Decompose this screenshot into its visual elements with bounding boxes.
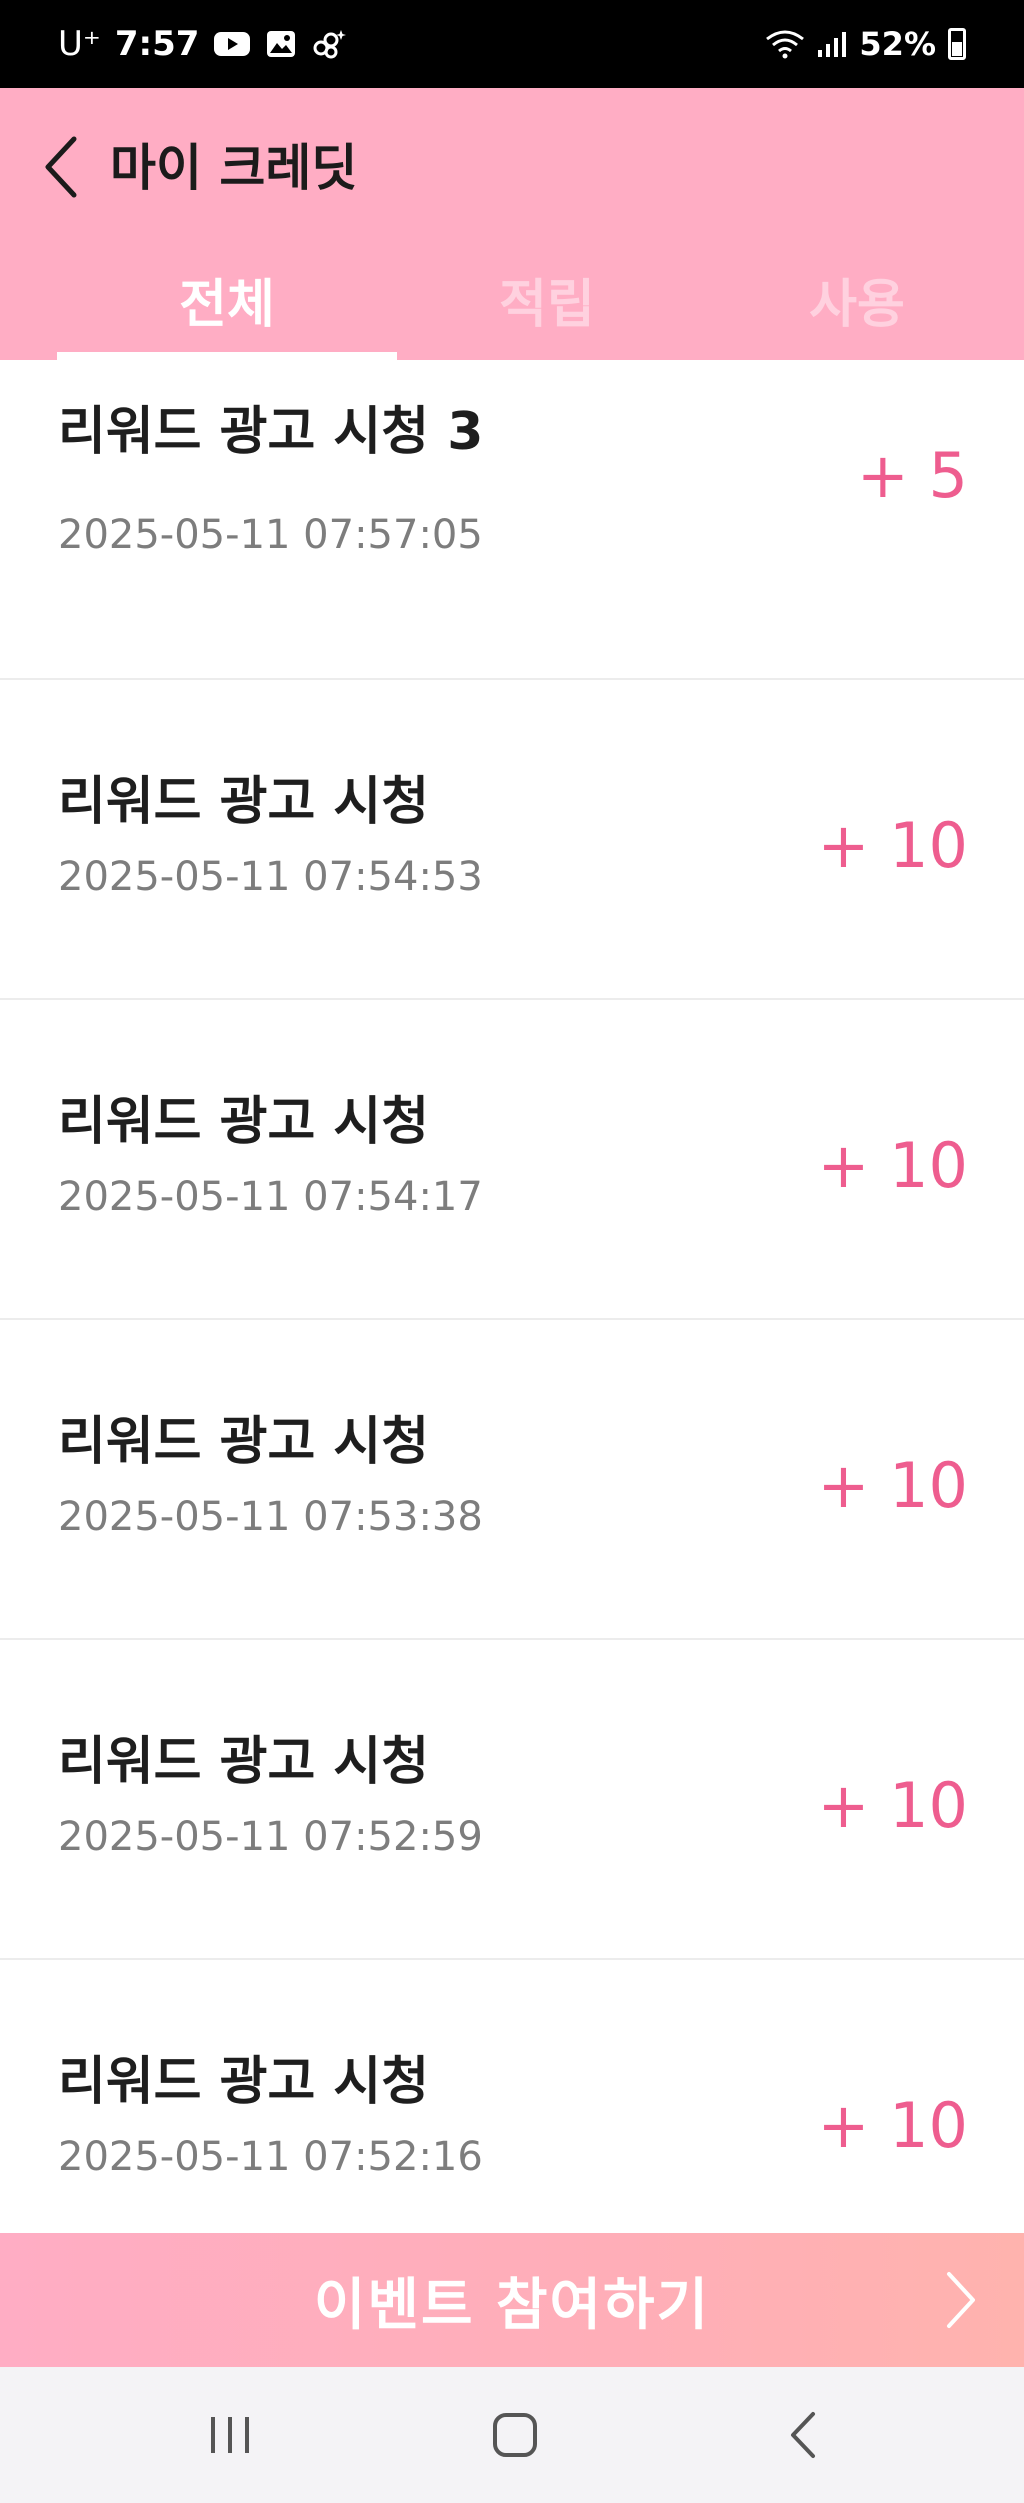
tab-used[interactable]: 사용 (697, 238, 1017, 360)
home-button[interactable] (465, 2395, 565, 2475)
list-item: 리워드 광고 시청 2025-05-11 07:52:59 + 10 (0, 1640, 1024, 1960)
item-title: 리워드 광고 시청 3 (58, 402, 484, 462)
list-item: 리워드 광고 시청 2025-05-11 07:54:53 + 10 (0, 680, 1024, 1000)
item-date: 2025-05-11 07:52:16 (58, 2134, 483, 2180)
battery-percent: 52% (859, 25, 936, 63)
tab-used-label: 사용 (809, 274, 905, 335)
list-item: 리워드 광고 시청 2025-05-11 07:54:17 + 10 (0, 1000, 1024, 1320)
chevron-right-icon (926, 2265, 996, 2335)
item-title: 리워드 광고 시청 (58, 1412, 430, 1472)
list-item: 리워드 광고 시청 3 2025-05-11 07:57:05 + 5 (0, 360, 1024, 680)
item-date: 2025-05-11 07:57:05 (58, 512, 483, 558)
signal-icon (817, 30, 847, 58)
page-title: 마이 크레딧 (110, 139, 358, 197)
item-amount: + 10 (817, 2089, 968, 2162)
recents-button[interactable] (180, 2395, 280, 2475)
credit-list[interactable]: 리워드 광고 시청 3 2025-05-11 07:57:05 + 5 리워드 … (0, 360, 1024, 2233)
item-amount: + 10 (817, 1129, 968, 1202)
carrier-label: U⁺ (58, 24, 101, 64)
item-amount: + 10 (817, 809, 968, 882)
home-icon (493, 2413, 537, 2457)
status-left: U⁺ 7:57 (58, 0, 347, 88)
back-icon (791, 2412, 815, 2458)
item-date: 2025-05-11 07:54:17 (58, 1174, 483, 1220)
item-date: 2025-05-11 07:52:59 (58, 1814, 483, 1860)
status-right: 52% (765, 0, 966, 88)
join-event-button[interactable]: 이벤트 참여하기 (0, 2233, 1024, 2367)
tab-earned[interactable]: 적립 (397, 238, 697, 360)
battery-icon (948, 28, 966, 60)
item-date: 2025-05-11 07:54:53 (58, 854, 483, 900)
list-item: 리워드 광고 시청 2025-05-11 07:52:16 + 10 (0, 1960, 1024, 2233)
chevron-left-icon (45, 136, 77, 198)
youtube-icon (213, 30, 251, 58)
wifi-icon (765, 29, 805, 59)
item-amount: + 5 (856, 439, 968, 512)
clock: 7:57 (114, 24, 200, 64)
item-amount: + 10 (817, 1449, 968, 1522)
system-back-button[interactable] (752, 2395, 852, 2475)
item-date: 2025-05-11 07:53:38 (58, 1494, 483, 1540)
item-title: 리워드 광고 시청 (58, 772, 430, 832)
active-tab-indicator (57, 352, 397, 360)
tab-earned-label: 적립 (499, 274, 595, 335)
join-event-label: 이벤트 참여하기 (313, 2272, 711, 2338)
screen: U⁺ 7:57 52% 마이 크레딧 전체 적립 사용 리워드 광고 시청 3 … (0, 0, 1024, 2503)
gallery-icon (265, 29, 297, 59)
item-amount: + 10 (817, 1769, 968, 1842)
item-title: 리워드 광고 시청 (58, 1092, 430, 1152)
status-bar: U⁺ 7:57 52% (0, 0, 1024, 88)
list-item: 리워드 광고 시청 2025-05-11 07:53:38 + 10 (0, 1320, 1024, 1640)
item-title: 리워드 광고 시청 (58, 1732, 430, 1792)
recents-icon (211, 2417, 249, 2453)
sparkle-icon (311, 28, 347, 60)
tab-all-label: 전체 (179, 274, 275, 335)
system-nav-bar (0, 2367, 1024, 2503)
tab-all[interactable]: 전체 (57, 238, 397, 360)
tab-bar: 전체 적립 사용 (0, 238, 1024, 360)
header: 마이 크레딧 전체 적립 사용 (0, 88, 1024, 360)
item-title: 리워드 광고 시청 (58, 2052, 430, 2112)
back-button[interactable] (28, 122, 92, 212)
